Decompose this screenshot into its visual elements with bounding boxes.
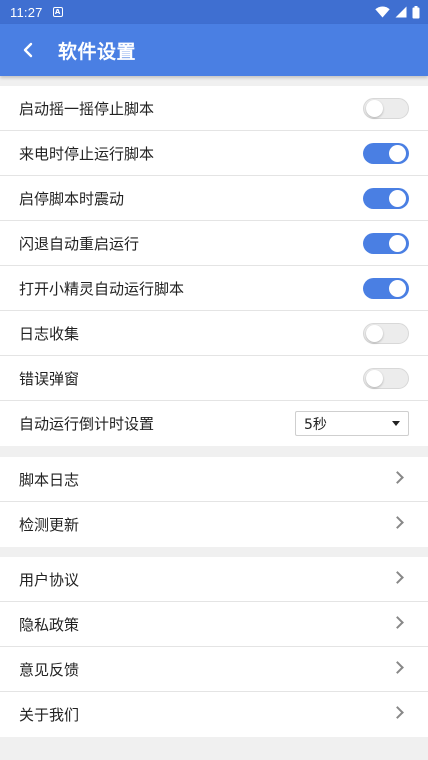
setting-row-countdown: 自动运行倒计时设置 5秒 (0, 401, 428, 446)
vibrate-toggle[interactable] (363, 188, 409, 209)
status-icons (375, 5, 420, 19)
setting-row-error-popup: 错误弹窗 (0, 356, 428, 401)
link-label: 检测更新 (19, 516, 80, 534)
chevron-right-icon (391, 516, 404, 529)
settings-group-toggles: 启动摇一摇停止脚本 来电时停止运行脚本 启停脚本时震动 闪退自动重启运行 打开小… (0, 86, 428, 446)
crash-restart-toggle[interactable] (363, 233, 409, 254)
countdown-select[interactable]: 5秒 (295, 411, 409, 436)
chevron-right-icon (391, 471, 404, 484)
chevron-right-icon (391, 661, 404, 674)
link-row-about-us[interactable]: 关于我们 (0, 692, 428, 737)
link-row-privacy-policy[interactable]: 隐私政策 (0, 602, 428, 647)
battery-icon (412, 5, 420, 18)
link-row-user-agreement[interactable]: 用户协议 (0, 557, 428, 602)
toggle-knob (366, 100, 383, 117)
app-bar: 软件设置 (0, 24, 428, 76)
wifi-icon (375, 6, 390, 18)
toggle-knob (366, 370, 383, 387)
link-row-feedback[interactable]: 意见反馈 (0, 647, 428, 692)
chevron-right-icon (391, 571, 404, 584)
toggle-knob (389, 145, 406, 162)
error-popup-toggle[interactable] (363, 368, 409, 389)
caret-down-icon (392, 421, 400, 426)
link-label: 脚本日志 (19, 470, 80, 489)
setting-row-auto-run-on-open: 打开小精灵自动运行脚本 (0, 266, 428, 311)
link-label: 关于我们 (19, 706, 80, 724)
toggle-knob (389, 235, 406, 252)
link-row-check-update[interactable]: 检测更新 (0, 502, 428, 547)
setting-row-log-collect: 日志收集 (0, 311, 428, 356)
log-collect-toggle[interactable] (363, 323, 409, 344)
call-stop-toggle[interactable] (363, 143, 409, 164)
setting-label: 打开小精灵自动运行脚本 (19, 279, 185, 298)
back-button[interactable] (0, 24, 56, 76)
setting-label: 启动摇一摇停止脚本 (19, 99, 155, 118)
link-label: 意见反馈 (19, 660, 80, 679)
chevron-right-icon (391, 616, 404, 629)
setting-row-vibrate: 启停脚本时震动 (0, 176, 428, 221)
status-time: 11:27 (10, 4, 43, 20)
back-arrow-icon (23, 42, 33, 58)
setting-row-shake-stop: 启动摇一摇停止脚本 (0, 86, 428, 131)
setting-label: 来电时停止运行脚本 (19, 144, 155, 163)
chevron-right-icon (391, 706, 404, 719)
status-bar: 11:27 A (0, 0, 428, 24)
settings-content[interactable]: 启动摇一摇停止脚本 来电时停止运行脚本 启停脚本时震动 闪退自动重启运行 打开小… (0, 76, 428, 760)
settings-group-logs: 脚本日志 检测更新 (0, 457, 428, 547)
setting-label: 启停脚本时震动 (19, 189, 125, 208)
signal-icon (395, 6, 407, 18)
link-label: 用户协议 (19, 570, 80, 589)
notification-icon: A (52, 7, 63, 17)
shake-stop-toggle[interactable] (363, 98, 409, 119)
link-row-script-log[interactable]: 脚本日志 (0, 457, 428, 502)
countdown-value: 5秒 (304, 416, 327, 433)
toggle-knob (366, 325, 383, 342)
setting-label: 自动运行倒计时设置 (19, 415, 155, 433)
setting-label: 日志收集 (19, 324, 80, 343)
setting-row-crash-restart: 闪退自动重启运行 (0, 221, 428, 266)
link-label: 隐私政策 (19, 615, 80, 634)
setting-label: 闪退自动重启运行 (19, 234, 140, 253)
auto-run-on-open-toggle[interactable] (363, 278, 409, 299)
setting-label: 错误弹窗 (19, 369, 80, 388)
settings-group-about: 用户协议 隐私政策 意见反馈 关于我们 (0, 557, 428, 737)
setting-row-call-stop: 来电时停止运行脚本 (0, 131, 428, 176)
page-title: 软件设置 (58, 40, 137, 63)
toggle-knob (389, 190, 406, 207)
toggle-knob (389, 280, 406, 297)
